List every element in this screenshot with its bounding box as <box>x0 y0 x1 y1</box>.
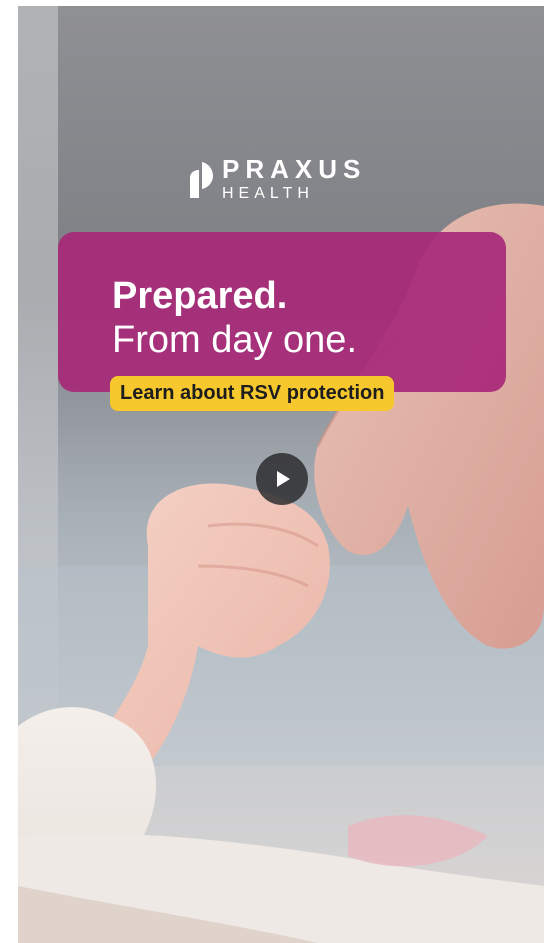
promo-headline: Prepared. <box>112 275 288 317</box>
praxus-health-logo: PRAXUS HEALTH <box>188 156 366 202</box>
video-ad-frame[interactable]: PRAXUS HEALTH Prepared. From day one. Le… <box>18 6 544 943</box>
learn-rsv-protection-button[interactable]: Learn about RSV protection <box>110 376 395 411</box>
promo-subline: From day one. <box>112 319 357 361</box>
logo-name-top: PRAXUS <box>222 154 367 184</box>
praxus-logo-mark-icon <box>190 162 213 198</box>
play-icon <box>277 471 290 487</box>
logo-wordmark: PRAXUS HEALTH <box>222 156 366 202</box>
logo-name-bottom: HEALTH <box>222 185 314 202</box>
play-button[interactable] <box>256 453 308 505</box>
promo-banner: Prepared. From day one. <box>58 232 506 392</box>
